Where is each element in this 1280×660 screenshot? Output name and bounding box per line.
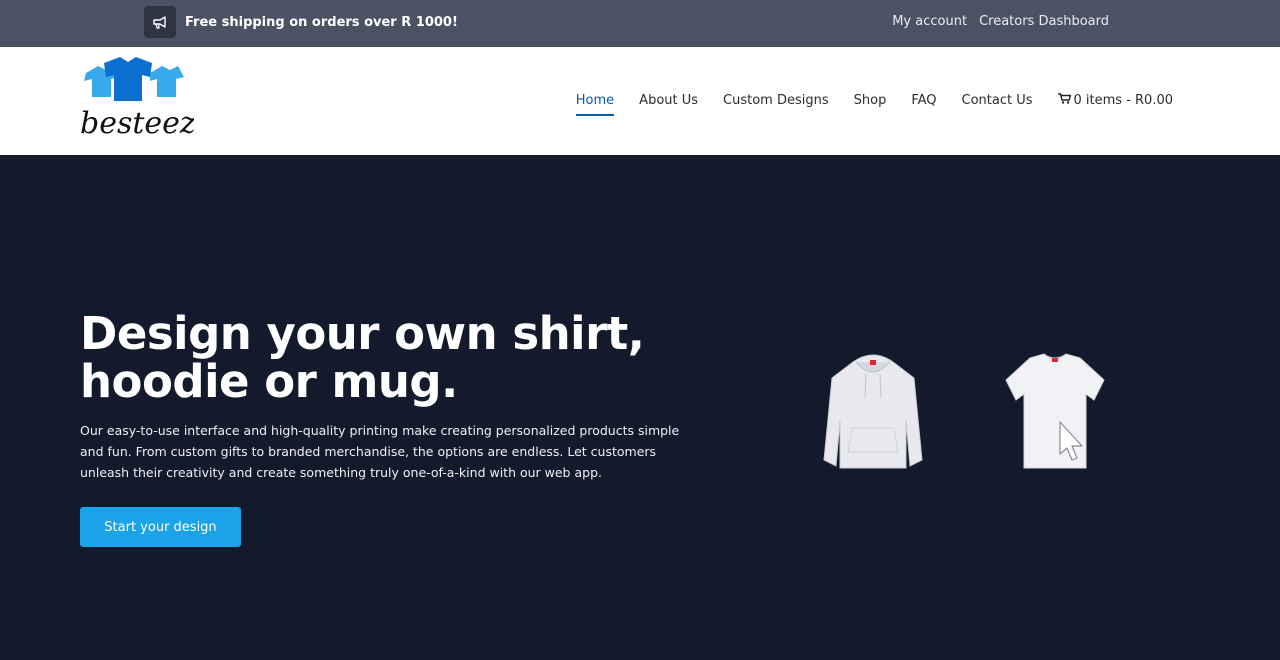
hero-section: Design your own shirt, hoodie or mug. Ou… <box>0 155 1280 660</box>
creators-dashboard-link[interactable]: Creators Dashboard <box>979 14 1109 29</box>
nav-custom-designs[interactable]: Custom Designs <box>723 93 829 116</box>
promo-text: Free shipping on orders over R 1000! <box>185 14 458 30</box>
nav-home[interactable]: Home <box>575 93 615 116</box>
hero-description: Our easy-to-use interface and high-quali… <box>80 423 680 480</box>
besteez-logo[interactable]: besteez <box>78 55 196 143</box>
start-design-button[interactable]: Start your design <box>80 507 241 547</box>
nav-contact-us[interactable]: Contact Us <box>962 93 1033 116</box>
tshirt-image <box>1000 350 1110 476</box>
nav-shop[interactable]: Shop <box>854 93 887 116</box>
hero-title-line1: Design your own shirt, <box>80 307 645 360</box>
hero-title: Design your own shirt, hoodie or mug. <box>80 310 700 406</box>
hero-title-line2: hoodie or mug. <box>80 355 458 408</box>
top-bar: Free shipping on orders over R 1000! My … <box>0 0 1280 47</box>
megaphone-icon <box>144 6 176 38</box>
nav-about-us[interactable]: About Us <box>639 93 698 116</box>
cart-summary: 0 items - R0.00 <box>1073 93 1173 108</box>
cart-link[interactable]: 0 items - R0.00 <box>1057 93 1173 116</box>
promo-banner: Free shipping on orders over R 1000! <box>144 6 458 38</box>
account-links: My account Creators Dashboard <box>892 14 1109 29</box>
cart-icon <box>1057 93 1071 108</box>
my-account-link[interactable]: My account <box>892 14 967 29</box>
hoodie-image <box>818 350 928 478</box>
site-header: besteez Home About Us Custom Designs Sho… <box>0 47 1280 155</box>
svg-text:besteez: besteez <box>80 106 194 141</box>
main-nav: Home About Us Custom Designs Shop FAQ Co… <box>551 93 1173 116</box>
nav-faq[interactable]: FAQ <box>911 93 936 116</box>
logo-shirts-icon: besteez <box>80 57 196 141</box>
